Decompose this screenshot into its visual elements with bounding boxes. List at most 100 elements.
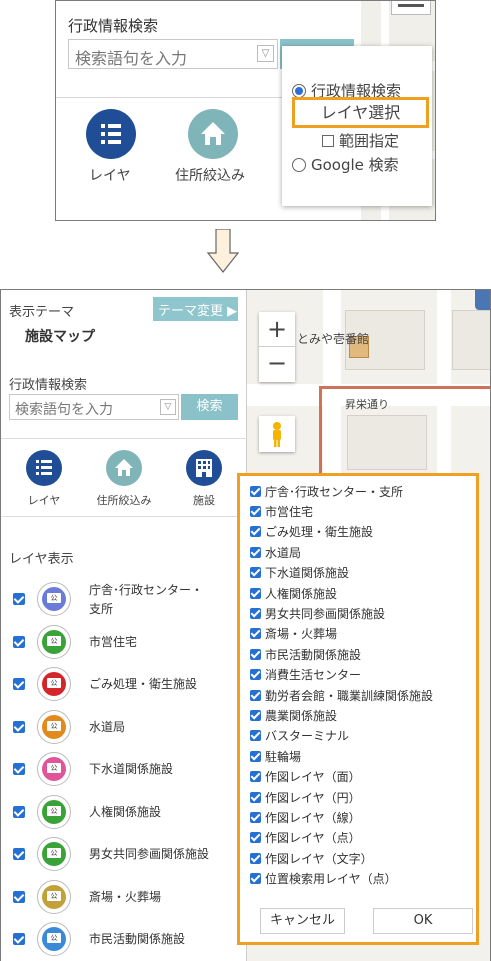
layer-option[interactable]: 作図レイヤ（点） xyxy=(250,828,361,848)
checkbox-checked-icon[interactable] xyxy=(250,832,261,844)
checkbox-checked-icon[interactable] xyxy=(250,567,261,579)
layer-checkbox[interactable] xyxy=(13,805,25,818)
layer-option[interactable]: 下水道関係施設 xyxy=(250,563,349,583)
layer-option[interactable]: 男女共同参画関係施設 xyxy=(250,603,385,623)
radio-google-search[interactable]: Google 検索 xyxy=(292,154,399,175)
checkbox-checked-icon[interactable] xyxy=(250,730,261,742)
map-road xyxy=(437,290,451,490)
layer-option[interactable]: 位置検索用レイヤ（点） xyxy=(250,869,397,889)
layer-checkbox[interactable] xyxy=(13,720,25,733)
checkbox-checked-icon[interactable] xyxy=(250,526,261,538)
checkbox-checked-icon[interactable] xyxy=(250,669,261,681)
layer-option[interactable]: 作図レイヤ（線） xyxy=(250,807,361,827)
checkbox-checked-icon[interactable] xyxy=(250,607,261,619)
top-search-input[interactable]: 検索語句を入力 xyxy=(68,39,278,69)
layer-option[interactable]: 水道局 xyxy=(250,542,301,562)
layer-option[interactable]: 庁舎･行政センター・支所 xyxy=(250,481,403,501)
top-zoom-out-button[interactable] xyxy=(391,1,431,15)
top-layer-label: レイヤ xyxy=(89,168,131,184)
marker-label: 公 xyxy=(50,679,58,687)
layer-row[interactable]: 公 ごみ処理・衛生施設 xyxy=(13,666,243,702)
layer-button[interactable] xyxy=(26,450,62,486)
layer-name-line: 男女共同参画関係施設 xyxy=(89,847,210,861)
layer-checkbox[interactable] xyxy=(13,848,25,860)
layer-option[interactable]: 市民活動関係施設 xyxy=(250,644,361,664)
layer-row[interactable]: 公 庁舎･行政センター・ 支所 xyxy=(13,581,243,617)
marker-label: 公 xyxy=(50,764,58,772)
checkbox-checked-icon[interactable] xyxy=(250,546,261,558)
top-layer-button[interactable] xyxy=(86,109,136,159)
layer-option[interactable]: 市営住宅 xyxy=(250,501,313,521)
checkbox-checked-icon[interactable] xyxy=(250,852,261,864)
layer-checkbox[interactable] xyxy=(13,933,25,945)
checkbox-checked-icon[interactable] xyxy=(250,505,261,517)
layer-option[interactable]: 斎場・火葬場 xyxy=(250,624,337,644)
layer-option[interactable]: 作図レイヤ（文字） xyxy=(250,848,373,868)
layer-option[interactable]: ごみ処理・衛生施設 xyxy=(250,522,373,542)
range-label: 範囲指定 xyxy=(339,132,400,150)
zoom-out-button[interactable]: − xyxy=(259,347,295,382)
layer-option[interactable]: 作図レイヤ（面） xyxy=(250,767,361,787)
map-road xyxy=(323,290,341,490)
layer-row[interactable]: 公 水道局 xyxy=(13,709,243,745)
zoom-control: + − xyxy=(259,312,295,382)
cancel-button[interactable]: キャンセル xyxy=(260,908,345,934)
facility-button[interactable] xyxy=(186,450,222,486)
layer-name-line: 人権関係施設 xyxy=(89,804,162,819)
search-input[interactable]: 検索語句を入力 xyxy=(9,394,179,420)
layer-row[interactable]: 公 下水道関係施設 xyxy=(13,751,243,787)
checkbox-checked-icon[interactable] xyxy=(250,771,261,783)
checkbox-checked-icon[interactable] xyxy=(250,648,261,660)
checkbox-checked-icon[interactable] xyxy=(250,485,261,497)
layer-checkbox[interactable] xyxy=(13,890,25,903)
theme-change-button[interactable]: テーマ変更 ▶ xyxy=(153,297,238,321)
layer-option[interactable]: 農業関係施設 xyxy=(250,705,337,725)
checkbox-checked-icon[interactable] xyxy=(250,750,261,762)
layer-option[interactable]: 作図レイヤ（円） xyxy=(250,787,361,807)
layer-option[interactable]: 人権関係施設 xyxy=(250,583,337,603)
radio-google-label: Google 検索 xyxy=(311,156,399,174)
layer-row[interactable]: 公 男女共同参画関係施設 xyxy=(13,836,243,872)
marker-label: 公 xyxy=(50,806,58,815)
zoom-in-button[interactable]: + xyxy=(259,312,295,347)
ok-button[interactable]: OK xyxy=(373,908,473,934)
layer-row[interactable]: 公 斎場・火葬場 xyxy=(13,879,243,915)
layer-select-button[interactable]: レイヤ選択 xyxy=(292,97,429,128)
search-button[interactable]: 検索 xyxy=(181,394,238,420)
layer-option[interactable]: 駐輪場 xyxy=(250,746,301,766)
map-control-icon[interactable] xyxy=(475,290,490,310)
top-screenshot: 行政情報検索 検索語句を入力 ▽ レイヤ 住所絞込み 行政情報検索 範囲指定 G… xyxy=(55,0,436,221)
checkbox-checked-icon[interactable] xyxy=(250,587,261,599)
layer-checkbox[interactable] xyxy=(13,763,25,775)
address-filter-button[interactable] xyxy=(106,450,142,486)
checkbox-checked-icon[interactable] xyxy=(250,873,261,885)
layer-name-line: 水道局 xyxy=(89,719,126,734)
checkbox-checked-icon[interactable] xyxy=(250,709,261,721)
layer-option-label: 市営住宅 xyxy=(265,504,314,519)
layer-option[interactable]: 勤労者会館・職業訓練関係施設 xyxy=(250,685,433,705)
checkbox-checked-icon[interactable] xyxy=(250,811,261,823)
range-checkbox[interactable]: 範囲指定 xyxy=(322,130,399,151)
facility-marker-icon: 公 xyxy=(37,794,71,829)
layer-row[interactable]: 公 市営住宅 xyxy=(13,624,243,660)
layer-row[interactable]: 公 人権関係施設 xyxy=(13,794,243,830)
chevron-down-icon[interactable]: ▽ xyxy=(257,45,274,62)
layer-display-heading: レイヤ表示 xyxy=(9,552,74,567)
layer-name: 庁舎･行政センター・ 支所 xyxy=(89,581,203,619)
pegman-figure xyxy=(273,422,281,447)
street-view-pegman-icon[interactable] xyxy=(259,416,295,452)
top-address-button[interactable] xyxy=(188,109,238,159)
chevron-down-icon[interactable]: ▽ xyxy=(160,399,176,415)
checkbox-checked-icon[interactable] xyxy=(250,628,261,640)
layer-option-label: 下水道関係施設 xyxy=(265,566,350,581)
layer-checkbox[interactable] xyxy=(13,635,25,648)
layer-row[interactable]: 公 市民活動関係施設 xyxy=(13,921,243,957)
layer-option[interactable]: バスターミナル xyxy=(250,726,349,746)
checkbox-checked-icon[interactable] xyxy=(250,689,261,701)
layer-checkbox[interactable] xyxy=(13,593,25,605)
layer-option[interactable]: 消費生活センター xyxy=(250,665,361,685)
checkbox-checked-icon[interactable] xyxy=(250,791,261,803)
layer-name: 斎場・火葬場 xyxy=(89,888,161,907)
layer-checkbox[interactable] xyxy=(13,678,25,690)
layer-option-label: ごみ処理・衛生施設 xyxy=(265,525,374,540)
